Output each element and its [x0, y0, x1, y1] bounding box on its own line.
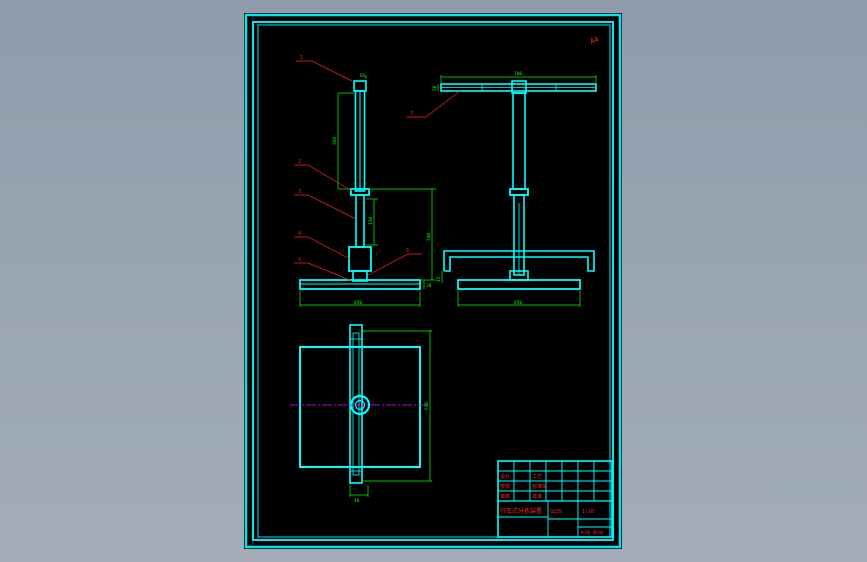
dim-label: 40: [354, 498, 360, 504]
dim-label: 20: [426, 283, 432, 289]
tb-cell: 标准化: [532, 483, 547, 490]
tb-cell: 校核: [500, 483, 510, 490]
tb-cell: 批准: [532, 493, 542, 500]
scale: 1:10: [582, 509, 594, 515]
engineering-drawing: A4 85 360 110 240 20 850 1 2 3 4 5 6 700…: [244, 13, 622, 549]
cad-viewport[interactable]: A4 85 360 110 240 20 850 1 2 3 4 5 6 700…: [0, 0, 867, 562]
part-callout: 4: [298, 231, 301, 237]
dim-label: 850: [354, 300, 362, 306]
tb-cell: 工艺: [532, 474, 542, 480]
tb-cell: 审核: [500, 493, 510, 500]
dim-label: 700: [514, 71, 522, 77]
sheet-number: 共1张 第1张: [580, 529, 603, 535]
part-callout: 5: [298, 257, 301, 263]
part-callout: 6: [406, 248, 409, 254]
dim-label: 50: [432, 85, 438, 91]
dim-label: 85: [360, 73, 366, 79]
dim-label: 360: [332, 137, 338, 145]
material: Q235: [550, 509, 562, 515]
dim-label: 15: [436, 276, 442, 282]
dim-label: 240: [426, 233, 432, 241]
dim-label: 110: [368, 217, 374, 225]
part-callout: 7: [410, 111, 413, 117]
tb-cell: 设计: [500, 473, 510, 480]
part-callout: 3: [298, 189, 301, 195]
drawing-name: 行车式分拣装置: [500, 507, 542, 515]
part-callout: 1: [300, 55, 303, 61]
drawing-sheet: A4 85 360 110 240 20 850 1 2 3 4 5 6 700…: [244, 13, 622, 549]
dim-label: 650: [514, 300, 522, 306]
dim-label: 650: [424, 402, 430, 410]
part-callout: 2: [298, 159, 301, 165]
